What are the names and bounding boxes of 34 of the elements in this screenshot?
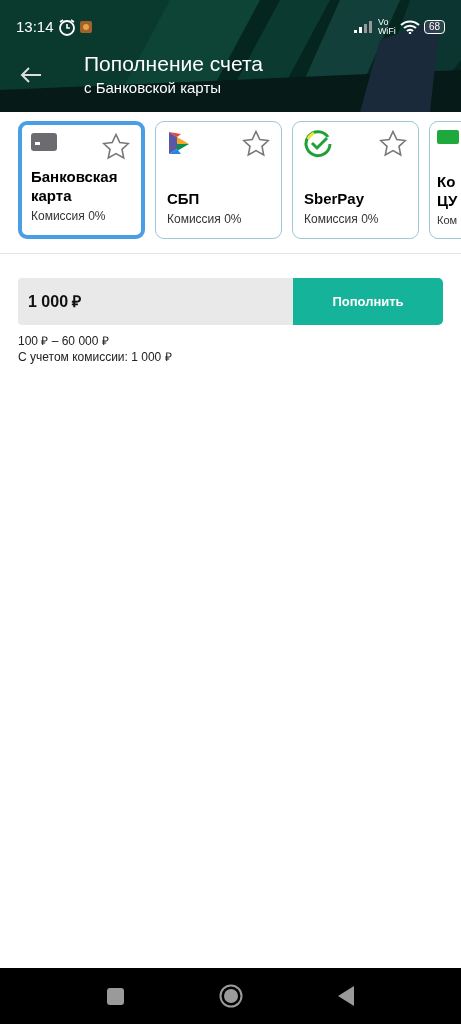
sberpay-logo-icon (304, 130, 332, 158)
label-badge-icon (437, 130, 459, 144)
payment-method-card[interactable]: СБП Комиссия 0% (155, 121, 282, 239)
favorite-star-icon[interactable] (102, 133, 130, 160)
network-label: Vo (377, 18, 389, 28)
payment-method-card[interactable]: SberPay Комиссия 0% (292, 121, 419, 239)
payment-method-card[interactable]: Ко ЦУ Ком (429, 121, 461, 239)
method-title: Банковская карта (31, 167, 119, 205)
signal-icon (353, 21, 374, 34)
back-icon[interactable] (338, 986, 354, 1006)
screen-title: Пополнение счета (84, 50, 263, 77)
screen-subtitle: с Банковской карты (84, 77, 223, 98)
wifi-icon (399, 20, 420, 35)
amount-field[interactable]: 1 000 ₽ (18, 278, 293, 325)
method-title: Ко ЦУ (437, 171, 459, 210)
favorite-star-icon[interactable] (242, 130, 270, 157)
amount-range: 100 ₽ – 60 000 ₽ (18, 333, 110, 349)
method-title: СБП (167, 189, 201, 208)
method-commission: Комиссия 0% (167, 211, 243, 228)
recent-apps-icon[interactable] (107, 987, 124, 1005)
favorite-star-icon[interactable] (379, 130, 407, 157)
method-title: SberPay (304, 189, 366, 208)
back-arrow-icon[interactable] (20, 66, 42, 83)
total-with-commission: С учетом комиссии: 1 000 ₽ (18, 349, 173, 365)
battery-indicator: 68 (423, 20, 445, 35)
network-label: WiFi (377, 27, 396, 37)
payment-method-card[interactable]: Банковская карта Комиссия 0% (18, 121, 145, 239)
home-icon[interactable] (219, 984, 243, 1008)
alarm-clock-icon (57, 18, 76, 37)
status-time: 13:14 (16, 17, 54, 37)
method-commission: Комиссия 0% (304, 211, 380, 228)
method-commission: Комиссия 0% (31, 208, 107, 225)
method-commission: Ком (437, 212, 459, 228)
credit-card-icon (31, 133, 57, 151)
